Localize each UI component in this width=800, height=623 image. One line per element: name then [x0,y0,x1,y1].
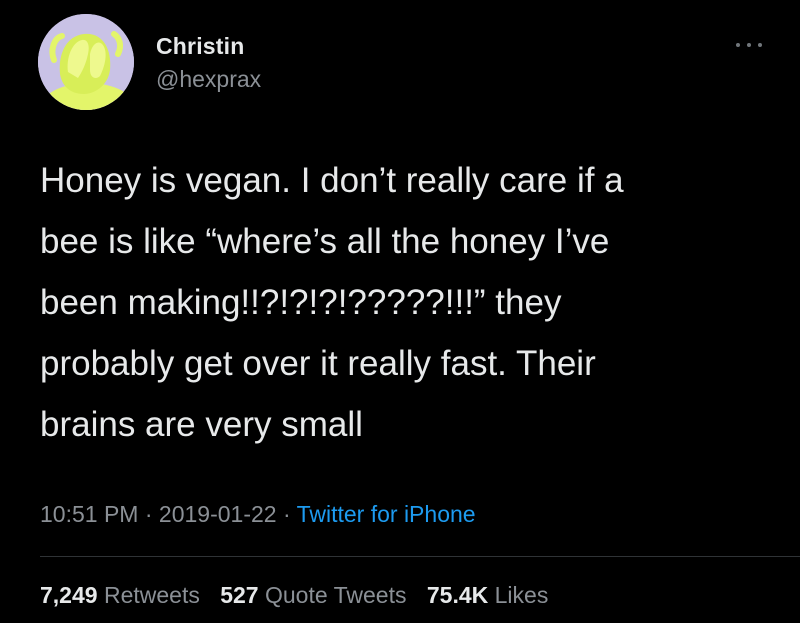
quote-tweets-label: Quote Tweets [264,582,407,608]
avatar-image [38,14,134,110]
meta-separator: · [276,501,297,527]
tweet-text: Honey is vegan. I don’t really care if a… [40,161,624,444]
more-dot [758,43,762,47]
tweet-metadata: 10:51 PM · 2019-01-22 · Twitter for iPho… [40,501,476,528]
author-avatar[interactable] [38,14,134,110]
likes-stat[interactable]: 75.4K Likes [427,582,548,608]
tweet-time[interactable]: 10:51 PM [40,501,138,527]
retweets-count: 7,249 [40,582,98,608]
author-display-name[interactable]: Christin [156,33,245,60]
more-options-icon[interactable] [736,40,762,50]
more-dot [747,43,751,47]
tweet-card: Christin @hexprax Honey is vegan. I don’… [0,0,800,623]
quote-tweets-stat[interactable]: 527 Quote Tweets [220,582,406,608]
likes-label: Likes [494,582,549,608]
tweet-source-link[interactable]: Twitter for iPhone [297,501,476,527]
more-dot [736,43,740,47]
author-handle[interactable]: @hexprax [156,66,261,93]
tweet-date[interactable]: 2019-01-22 [159,501,277,527]
retweets-stat[interactable]: 7,249 Retweets [40,582,200,608]
meta-separator: · [138,501,159,527]
likes-count: 75.4K [426,582,489,608]
tweet-stats: 7,249 Retweets 527 Quote Tweets 75.4K Li… [40,582,562,609]
divider [40,556,800,557]
quote-tweets-count: 527 [220,582,259,608]
retweets-label: Retweets [103,582,200,608]
